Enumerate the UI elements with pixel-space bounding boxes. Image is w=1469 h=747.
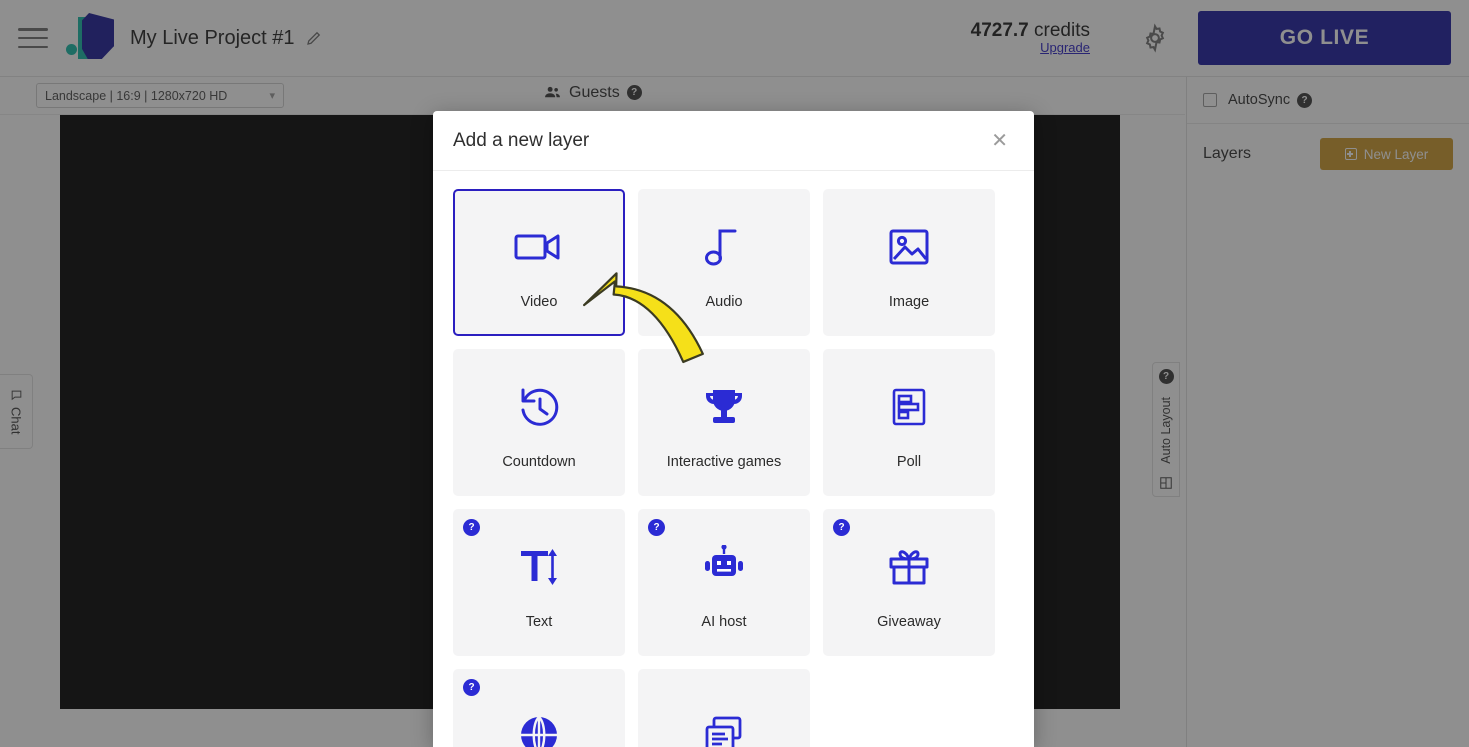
layer-card-giveaway[interactable]: ? Giveaway [823,509,995,656]
music-note-icon [704,216,744,278]
layer-card-interactive-games[interactable]: Interactive games [638,349,810,496]
clock-rewind-icon [516,376,562,438]
layer-card-label: Video [520,293,558,310]
layer-card-label: Image [888,293,930,310]
layer-card-documents[interactable] [638,669,810,747]
layer-card-label: Countdown [502,453,576,470]
app-root: My Live Project #1 4727.7 credits Upgrad… [0,0,1469,747]
text-size-icon [516,536,562,598]
text-help-badge[interactable]: ? [463,519,480,536]
ai-host-help-badge[interactable]: ? [648,519,665,536]
layer-type-grid: Video Audio Image Countdown Interactive … [433,171,1034,747]
layer-card-image[interactable]: Image [823,189,995,336]
modal-title: Add a new layer [453,129,590,151]
image-icon [886,216,932,278]
web-help-badge[interactable]: ? [463,679,480,696]
add-layer-modal: Add a new layer ✕ Video Audio Image Coun… [433,111,1034,747]
poll-bars-icon [887,376,931,438]
giveaway-help-badge[interactable]: ? [833,519,850,536]
layer-card-label: Text [525,613,553,630]
video-camera-icon [513,216,565,278]
layer-card-countdown[interactable]: Countdown [453,349,625,496]
layer-card-poll[interactable]: Poll [823,349,995,496]
globe-icon [516,704,562,747]
documents-icon [701,704,747,747]
layer-card-label: Audio [705,293,743,310]
gift-icon [886,536,932,598]
layer-card-web[interactable]: ? [453,669,625,747]
close-icon[interactable]: ✕ [985,127,1014,155]
layer-card-label: Poll [896,453,922,470]
layer-card-audio[interactable]: Audio [638,189,810,336]
layer-card-label: Interactive games [666,453,782,470]
layer-card-ai-host[interactable]: ? AI host [638,509,810,656]
layer-card-label: Giveaway [877,613,941,630]
modal-header: Add a new layer ✕ [433,111,1034,171]
layer-card-label: AI host [701,613,747,630]
robot-icon [700,536,748,598]
layer-card-text[interactable]: ? Text [453,509,625,656]
layer-card-video[interactable]: Video [453,189,625,336]
trophy-icon [701,376,747,438]
